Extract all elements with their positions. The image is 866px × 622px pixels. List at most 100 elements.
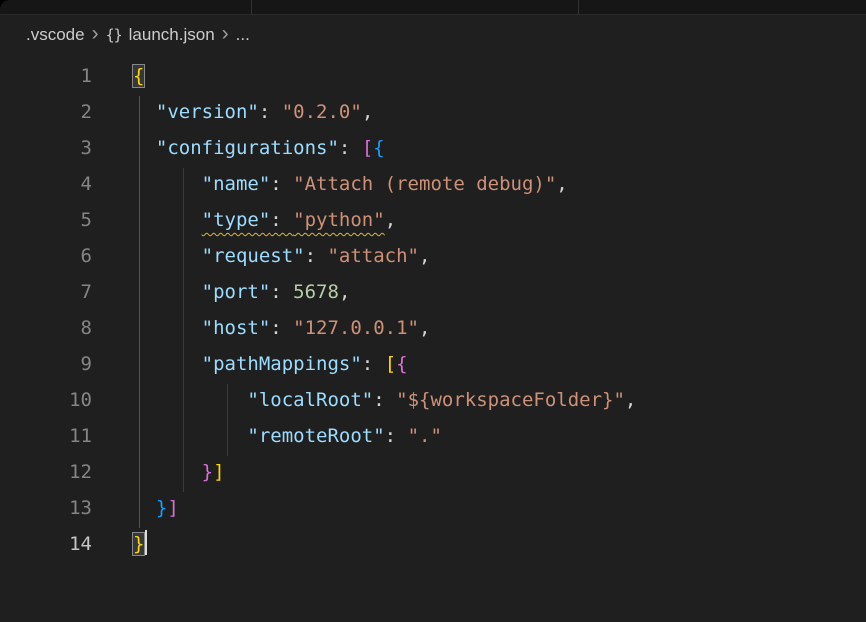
code-token: "localRoot"	[247, 389, 373, 411]
code-line[interactable]: "version": "0.2.0",	[133, 94, 866, 130]
line-number[interactable]: 4	[0, 166, 92, 202]
line-number[interactable]: 12	[0, 454, 92, 490]
code-token: ,	[362, 101, 373, 123]
json-braces-icon: {}	[106, 26, 122, 44]
code-line[interactable]: }]	[133, 454, 866, 490]
code-line[interactable]: }]	[133, 490, 866, 526]
code-token: "host"	[202, 317, 271, 339]
code-token: "version"	[156, 101, 259, 123]
code-line[interactable]: "remoteRoot": "."	[133, 418, 866, 454]
line-number[interactable]: 11	[0, 418, 92, 454]
indent-whitespace	[133, 245, 202, 267]
line-number[interactable]: 8	[0, 310, 92, 346]
breadcrumb-file[interactable]: launch.json	[129, 25, 215, 45]
line-number[interactable]: 6	[0, 238, 92, 274]
code-token: "pathMappings"	[202, 353, 362, 375]
indent-whitespace	[133, 425, 247, 447]
indent-whitespace	[133, 389, 247, 411]
code-token: "0.2.0"	[282, 101, 362, 123]
tab-separator	[251, 0, 252, 14]
code-token: :	[259, 101, 282, 123]
code-token: :	[270, 173, 293, 195]
code-token: ,	[419, 317, 430, 339]
code-token: ,	[339, 281, 350, 303]
line-number[interactable]: 10	[0, 382, 92, 418]
code-token: "Attach (remote debug)"	[293, 173, 556, 195]
indent-whitespace	[133, 101, 156, 123]
code-token: :	[270, 317, 293, 339]
code-lines: { "version": "0.2.0", "configurations": …	[133, 58, 866, 562]
indent-whitespace	[133, 137, 156, 159]
line-number[interactable]: 7	[0, 274, 92, 310]
code-token: "type"	[202, 209, 271, 231]
code-line[interactable]: "pathMappings": [{	[133, 346, 866, 382]
code-token: :	[270, 281, 293, 303]
breadcrumb-folder[interactable]: .vscode	[26, 25, 85, 45]
chevron-right-icon: ›	[92, 23, 99, 47]
code-token: ,	[556, 173, 567, 195]
code-line[interactable]: "port": 5678,	[133, 274, 866, 310]
indent-whitespace	[133, 461, 202, 483]
code-token: "port"	[202, 281, 271, 303]
code-line[interactable]: "host": "127.0.0.1",	[133, 310, 866, 346]
code-line[interactable]: "request": "attach",	[133, 238, 866, 274]
code-token: "python"	[293, 209, 385, 231]
code-token: }	[202, 461, 213, 483]
code-line[interactable]: }	[133, 526, 866, 562]
code-line[interactable]: {	[133, 58, 866, 94]
code-area[interactable]: { "version": "0.2.0", "configurations": …	[92, 58, 866, 622]
code-token: "request"	[202, 245, 305, 267]
code-token: :	[339, 137, 362, 159]
code-line[interactable]: "name": "Attach (remote debug)",	[133, 166, 866, 202]
line-number[interactable]: 5	[0, 202, 92, 238]
code-token: 5678	[293, 281, 339, 303]
code-token: "name"	[202, 173, 271, 195]
code-token: :	[362, 353, 385, 375]
code-token: ]	[213, 461, 224, 483]
indent-whitespace	[133, 173, 202, 195]
indent-whitespace	[133, 209, 202, 231]
code-token: ,	[419, 245, 430, 267]
code-line[interactable]: "type": "python",	[133, 202, 866, 238]
code-token: }	[156, 497, 167, 519]
code-token: ,	[385, 209, 396, 231]
code-token: "."	[408, 425, 442, 447]
code-token: [	[385, 353, 396, 375]
code-token: :	[385, 425, 408, 447]
tab-separator	[578, 0, 579, 14]
gutter[interactable]: 1234567891011121314	[0, 58, 92, 622]
code-token: {	[133, 65, 144, 87]
chevron-right-icon: ›	[222, 23, 229, 47]
code-token: ,	[625, 389, 636, 411]
code-editor[interactable]: 1234567891011121314 { "version": "0.2.0"…	[0, 56, 866, 622]
code-token: {	[373, 137, 384, 159]
line-number[interactable]: 9	[0, 346, 92, 382]
indent-whitespace	[133, 281, 202, 303]
line-number[interactable]: 13	[0, 490, 92, 526]
line-number[interactable]: 1	[0, 58, 92, 94]
code-token: :	[270, 209, 293, 231]
code-token: :	[305, 245, 328, 267]
text-cursor	[145, 530, 147, 555]
code-token: {	[396, 353, 407, 375]
code-token: :	[373, 389, 396, 411]
code-token: "configurations"	[156, 137, 339, 159]
indent-whitespace	[133, 317, 202, 339]
code-token: "remoteRoot"	[247, 425, 384, 447]
indent-whitespace	[133, 353, 202, 375]
breadcrumb: .vscode › {} launch.json › ...	[0, 15, 866, 55]
breadcrumb-more[interactable]: ...	[236, 25, 250, 45]
indent-whitespace	[133, 497, 156, 519]
line-number[interactable]: 3	[0, 130, 92, 166]
code-token: "${workspaceFolder}"	[396, 389, 625, 411]
vscode-editor-window: .vscode › {} launch.json › ... 123456789…	[0, 0, 866, 622]
editor-tab-bar	[0, 0, 866, 15]
code-line[interactable]: "configurations": [{	[133, 130, 866, 166]
code-token: }	[133, 533, 144, 555]
code-token: "127.0.0.1"	[293, 317, 419, 339]
line-number[interactable]: 14	[0, 526, 92, 562]
code-token: ]	[167, 497, 178, 519]
line-number[interactable]: 2	[0, 94, 92, 130]
code-line[interactable]: "localRoot": "${workspaceFolder}",	[133, 382, 866, 418]
code-token: "attach"	[327, 245, 419, 267]
